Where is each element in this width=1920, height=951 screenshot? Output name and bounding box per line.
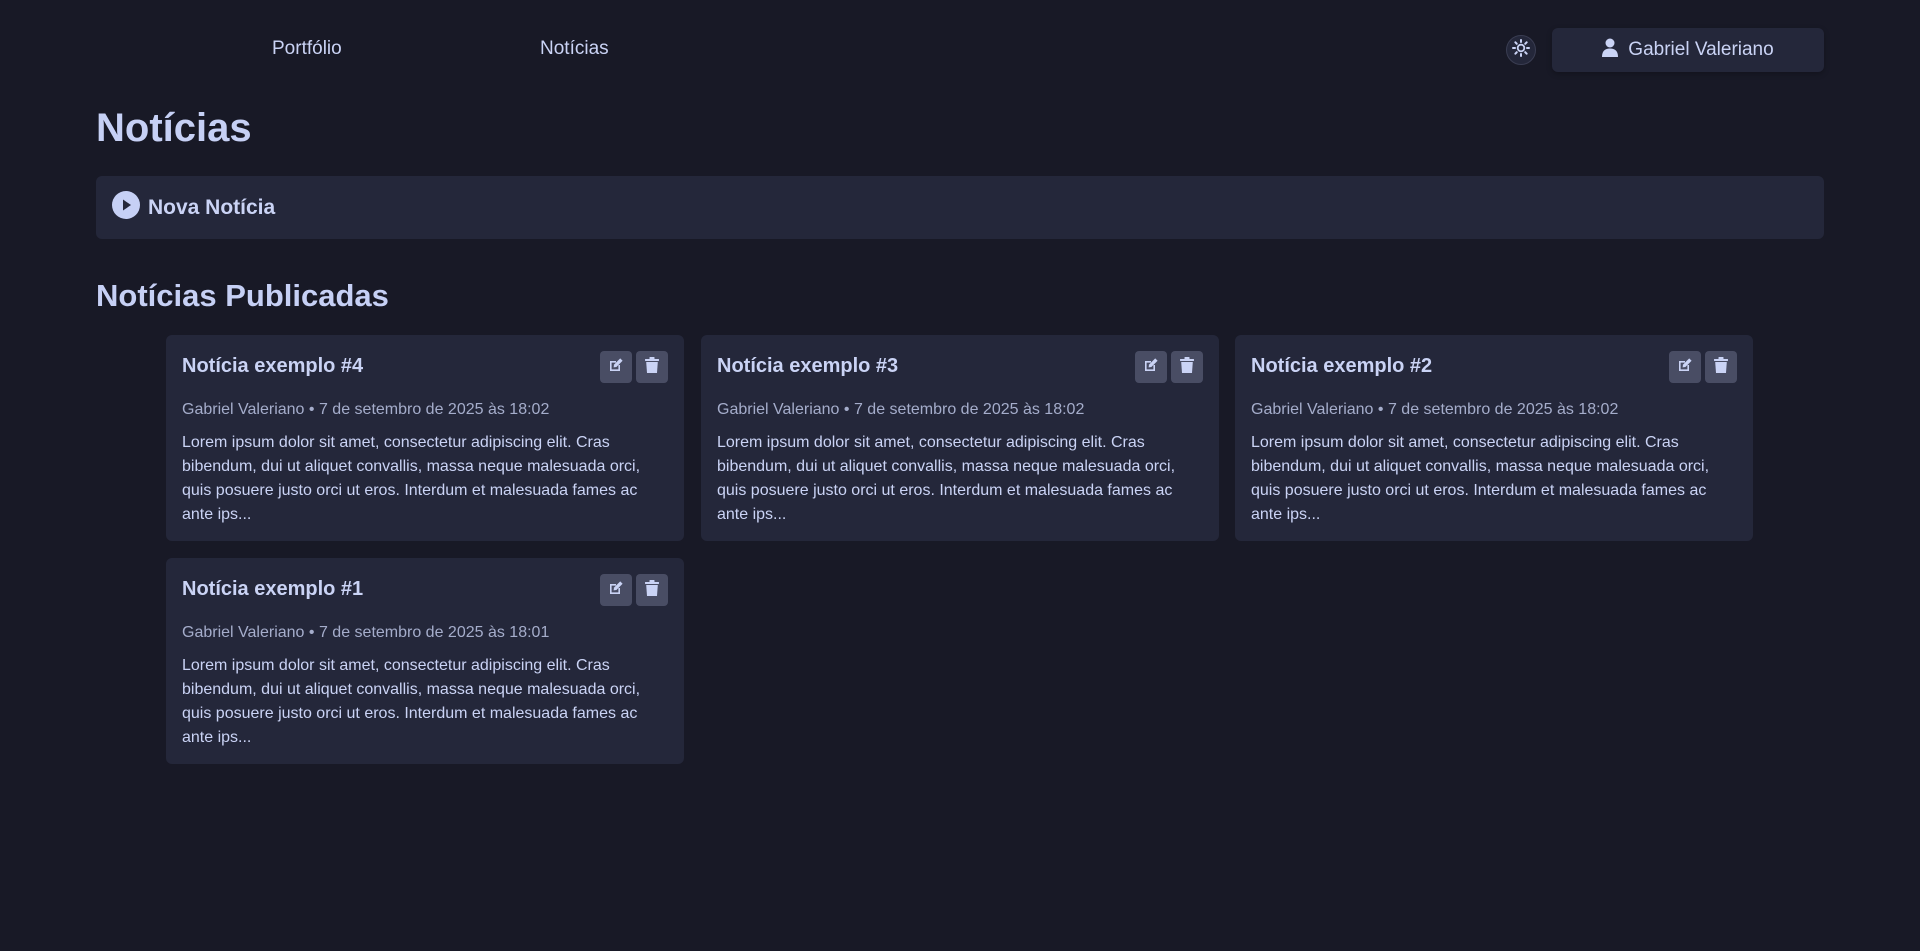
news-card-meta: Gabriel Valeriano • 7 de setembro de 202… — [1251, 401, 1618, 419]
news-card-excerpt: Lorem ipsum dolor sit amet, consectetur … — [182, 434, 641, 523]
meta-separator: • — [308, 401, 315, 418]
news-card-actions — [600, 351, 668, 383]
news-card-date: 7 de setembro de 2025 às 18:02 — [318, 401, 550, 418]
news-card-actions — [1669, 351, 1737, 383]
news-card-actions — [600, 574, 668, 606]
news-card-author: Gabriel Valeriano — [717, 401, 840, 418]
news-card: Notícia exemplo #2 Gabriel Valeriano • 7… — [1235, 335, 1753, 541]
top-navigation: Portfólio Notícias Gabriel Valeriano — [0, 0, 1920, 100]
news-card-title: Notícia exemplo #1 — [182, 578, 364, 600]
delete-button[interactable] — [1705, 351, 1737, 383]
meta-separator: • — [1377, 401, 1384, 418]
edit-button[interactable] — [600, 574, 632, 606]
news-card-meta: Gabriel Valeriano • 7 de setembro de 202… — [717, 401, 1084, 419]
news-card-author: Gabriel Valeriano — [182, 401, 305, 418]
delete-button[interactable] — [1171, 351, 1203, 383]
nav-link-news[interactable]: Notícias — [540, 38, 609, 60]
news-card-date: 7 de setembro de 2025 às 18:02 — [853, 401, 1085, 418]
trash-icon — [1180, 356, 1194, 378]
meta-separator: • — [843, 401, 850, 418]
play-circle-icon — [112, 191, 140, 224]
news-card-date: 7 de setembro de 2025 às 18:02 — [1387, 401, 1619, 418]
news-card-author: Gabriel Valeriano — [1251, 401, 1374, 418]
news-card-meta: Gabriel Valeriano • 7 de setembro de 202… — [182, 624, 549, 642]
user-icon — [1602, 38, 1619, 63]
delete-button[interactable] — [636, 351, 668, 383]
edit-button[interactable] — [1135, 351, 1167, 383]
trash-icon — [645, 579, 659, 601]
nav-link-portfolio[interactable]: Portfólio — [272, 38, 342, 60]
news-card-date: 7 de setembro de 2025 às 18:01 — [318, 624, 550, 641]
edit-icon — [608, 580, 624, 601]
meta-separator: • — [308, 624, 315, 641]
edit-button[interactable] — [1669, 351, 1701, 383]
user-menu-button[interactable]: Gabriel Valeriano — [1552, 28, 1824, 72]
edit-icon — [608, 357, 624, 378]
news-card-excerpt: Lorem ipsum dolor sit amet, consectetur … — [717, 434, 1176, 523]
edit-icon — [1677, 357, 1693, 378]
news-card: Notícia exemplo #4 Gabriel Valeriano • 7… — [166, 335, 684, 541]
new-news-label: Nova Notícia — [148, 195, 276, 219]
edit-icon — [1143, 357, 1159, 378]
theme-toggle-button[interactable] — [1506, 35, 1536, 65]
new-news-toggle[interactable]: Nova Notícia — [96, 176, 1824, 239]
delete-button[interactable] — [636, 574, 668, 606]
edit-button[interactable] — [600, 351, 632, 383]
news-card-meta: Gabriel Valeriano • 7 de setembro de 202… — [182, 401, 549, 419]
news-card-excerpt: Lorem ipsum dolor sit amet, consectetur … — [182, 657, 641, 746]
news-card-author: Gabriel Valeriano — [182, 624, 305, 641]
page-title: Notícias — [96, 106, 252, 150]
trash-icon — [645, 356, 659, 378]
news-card-title: Notícia exemplo #4 — [182, 355, 364, 377]
user-name: Gabriel Valeriano — [1628, 39, 1774, 60]
published-news-title: Notícias Publicadas — [96, 278, 389, 313]
sun-icon — [1511, 38, 1531, 63]
news-card-title: Notícia exemplo #2 — [1251, 355, 1433, 377]
news-card-excerpt: Lorem ipsum dolor sit amet, consectetur … — [1251, 434, 1710, 523]
news-card: Notícia exemplo #3 Gabriel Valeriano • 7… — [701, 335, 1219, 541]
news-card-actions — [1135, 351, 1203, 383]
trash-icon — [1714, 356, 1728, 378]
news-card: Notícia exemplo #1 Gabriel Valeriano • 7… — [166, 558, 684, 764]
news-card-title: Notícia exemplo #3 — [717, 355, 899, 377]
